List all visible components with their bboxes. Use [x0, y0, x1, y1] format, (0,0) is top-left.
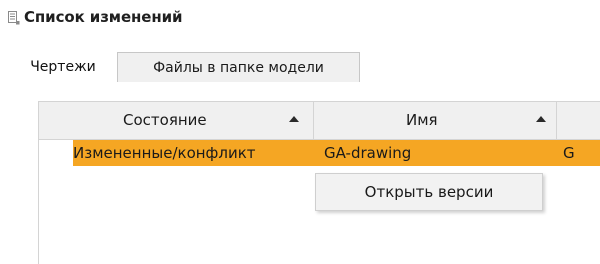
cell-name: GA-drawing — [324, 144, 412, 162]
column-header-state-label: Состояние — [123, 111, 207, 129]
tab-drawings[interactable]: Чертежи — [7, 52, 119, 82]
sort-ascending-icon — [536, 116, 546, 122]
column-header-name-label: Имя — [406, 111, 438, 129]
panel-title: Список изменений — [24, 8, 183, 26]
panel-header: Список изменений — [8, 7, 183, 27]
table-row[interactable]: Измененные/конфликт GA-drawing G — [39, 140, 600, 166]
menu-item-open-versions[interactable]: Открыть версии — [316, 174, 542, 210]
row-gutter — [39, 140, 73, 166]
tab-model-folder-files[interactable]: Файлы в папке модели — [117, 52, 360, 82]
cell-state: Измененные/конфликт — [73, 144, 256, 162]
column-header-name[interactable]: Имя — [314, 102, 557, 139]
tab-bar: Чертежи Файлы в папке модели — [0, 52, 600, 82]
table-header: Состояние Имя — [39, 102, 600, 140]
column-header-state[interactable]: Состояние — [39, 102, 314, 139]
cell-extra: G — [563, 144, 575, 162]
column-header-extra[interactable] — [557, 102, 600, 139]
change-list-panel: Список изменений Чертежи Файлы в папке м… — [0, 0, 600, 264]
list-document-icon — [8, 10, 20, 25]
sort-ascending-icon — [289, 116, 299, 122]
context-menu: Открыть версии — [315, 173, 543, 211]
